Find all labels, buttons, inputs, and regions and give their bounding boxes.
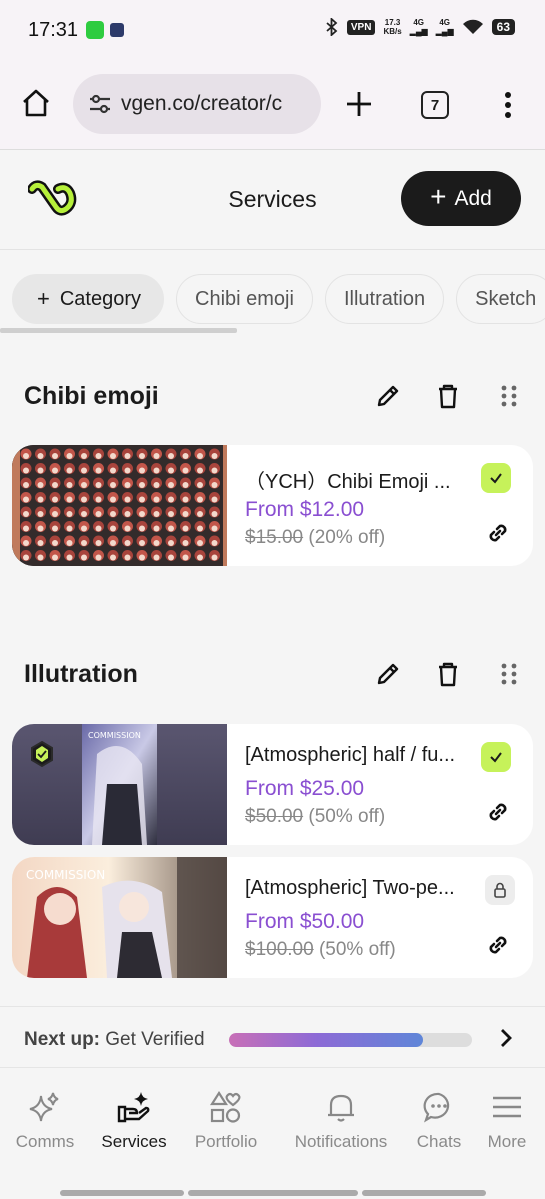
- svg-text:COMMISSION: COMMISSION: [26, 868, 105, 882]
- service-price: From $50.00: [245, 910, 365, 933]
- chip-illustration[interactable]: Illutration: [324, 274, 445, 324]
- service-title: [Atmospheric] half / fu...: [245, 744, 456, 766]
- vpn-badge: VPN: [346, 19, 376, 35]
- illustration-image: COMMISSION: [12, 857, 227, 978]
- add-button-label: Add: [454, 186, 492, 210]
- service-title: （YCH）Chibi Emoji ...: [245, 471, 451, 493]
- trash-icon[interactable]: [434, 660, 462, 688]
- site-settings-icon[interactable]: [87, 91, 113, 117]
- drag-handle-icon[interactable]: [495, 660, 523, 688]
- next-up-banner[interactable]: Next up: Get Verified: [0, 1006, 545, 1068]
- status-bar: 17:31 VPN 17.3 KB/s 4G ▂▄▆ 4G ▂▄▆ 63: [0, 0, 545, 60]
- hamburger-icon: [493, 1096, 521, 1118]
- service-card[interactable]: （YCH）Chibi Emoji ... From $12.00 $15.00 …: [12, 445, 533, 566]
- service-original-price: $100.00 (50% off): [245, 939, 396, 960]
- add-category-chip[interactable]: + Category: [12, 274, 165, 324]
- shapes-icon: [209, 1090, 241, 1123]
- sparkle-icon: [29, 1092, 59, 1122]
- wifi-icon: [462, 19, 483, 34]
- link-icon[interactable]: [485, 520, 511, 546]
- edit-pencil-icon[interactable]: [374, 660, 402, 688]
- service-card[interactable]: COMMISSION [Atmospheric] Two-pe... From …: [12, 857, 533, 978]
- app-header: Services + Add: [0, 150, 545, 250]
- lock-icon[interactable]: [485, 875, 515, 905]
- plus-icon: +: [430, 181, 447, 212]
- bottom-navigation: Comms Services Portfolio Notifications C…: [0, 1068, 545, 1172]
- battery-indicator: 63: [491, 19, 515, 35]
- status-time: 17:31: [28, 18, 79, 41]
- edit-pencil-icon[interactable]: [374, 382, 402, 410]
- service-title: [Atmospheric] Two-pe...: [245, 877, 455, 899]
- hand-sparkle-icon: [117, 1092, 150, 1123]
- signal-1-icon: 4G ▂▄▆: [409, 18, 428, 36]
- browser-toolbar: vgen.co/creator/c 7: [0, 60, 545, 150]
- chevron-right-icon[interactable]: [497, 1027, 515, 1049]
- nav-more[interactable]: More: [476, 1068, 538, 1172]
- plus-icon: +: [37, 286, 50, 311]
- verification-progress-bar: [229, 1033, 472, 1047]
- new-tab-icon[interactable]: [343, 88, 375, 120]
- published-check-icon[interactable]: [481, 742, 511, 772]
- chips-scrollbar[interactable]: [0, 328, 237, 333]
- service-original-price: $50.00 (50% off): [245, 806, 386, 827]
- network-speed: 17.3 KB/s: [383, 18, 402, 36]
- url-text[interactable]: vgen.co/creator/c: [121, 92, 282, 116]
- bell-icon: [328, 1094, 354, 1122]
- app-notification-icon: [110, 23, 125, 37]
- tab-switcher-button[interactable]: 7: [421, 91, 449, 119]
- overflow-menu-icon[interactable]: [500, 90, 516, 120]
- add-category-label: Category: [59, 287, 142, 310]
- service-card[interactable]: COMMISSION [Atmospheric] half / fu... Fr…: [12, 724, 533, 845]
- home-icon[interactable]: [20, 87, 52, 119]
- wechat-icon: [86, 21, 105, 39]
- progress-fill: [229, 1033, 424, 1047]
- gesture-bar: [60, 1190, 184, 1196]
- category-chips: + Category Chibi emoji Illutration Sketc…: [12, 274, 545, 324]
- service-thumbnail: COMMISSION: [12, 857, 227, 978]
- add-service-button[interactable]: + Add: [401, 171, 521, 226]
- service-price: From $12.00: [245, 498, 365, 521]
- service-thumbnail: COMMISSION: [12, 724, 227, 845]
- nav-comms[interactable]: Comms: [4, 1068, 86, 1172]
- address-bar[interactable]: vgen.co/creator/c: [73, 74, 321, 134]
- next-up-label: Next up: Get Verified: [24, 1029, 205, 1050]
- nav-chats[interactable]: Chats: [406, 1068, 472, 1172]
- illustration-image: COMMISSION: [12, 724, 227, 845]
- gesture-bar: [362, 1190, 486, 1196]
- trash-icon[interactable]: [434, 382, 462, 410]
- gesture-bar: [188, 1190, 358, 1196]
- service-thumbnail: [12, 445, 227, 566]
- chibi-grid-image: [12, 445, 227, 566]
- section-title-illustration: Illutration: [24, 660, 138, 688]
- chip-sketch[interactable]: Sketch: [456, 274, 545, 324]
- bluetooth-icon: [326, 18, 338, 36]
- drag-handle-icon[interactable]: [495, 382, 523, 410]
- link-icon[interactable]: [485, 799, 511, 825]
- nav-notifications[interactable]: Notifications: [286, 1068, 396, 1172]
- chip-chibi-emoji[interactable]: Chibi emoji: [176, 274, 313, 324]
- nav-services[interactable]: Services: [94, 1068, 174, 1172]
- link-icon[interactable]: [485, 932, 511, 958]
- signal-2-icon: 4G ▂▄▆: [435, 18, 454, 36]
- chat-icon: [423, 1092, 450, 1123]
- svg-text:COMMISSION: COMMISSION: [88, 731, 141, 740]
- nav-portfolio[interactable]: Portfolio: [186, 1068, 266, 1172]
- service-price: From $25.00: [245, 777, 365, 800]
- service-original-price: $15.00 (20% off): [245, 527, 386, 548]
- published-check-icon[interactable]: [481, 463, 511, 493]
- section-title-chibi-emoji: Chibi emoji: [24, 382, 159, 410]
